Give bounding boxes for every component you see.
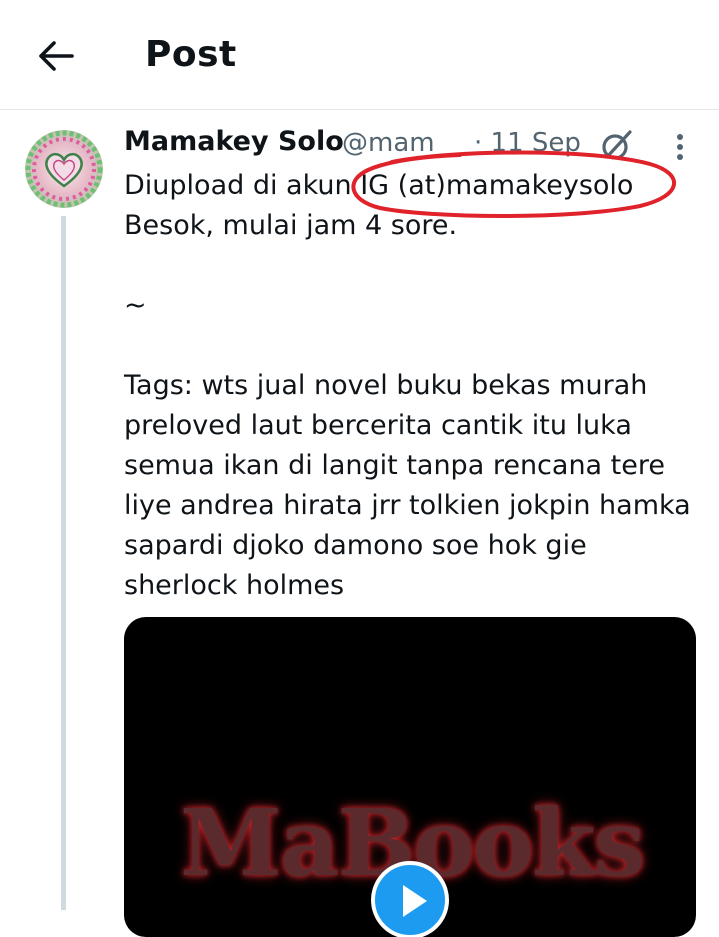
play-icon	[403, 885, 427, 917]
avatar[interactable]	[25, 130, 103, 208]
play-button[interactable]	[371, 861, 449, 937]
post-date[interactable]: · 11 Sep	[474, 128, 581, 158]
video-thumbnail[interactable]: MaBooks	[124, 617, 696, 937]
page-title: Post	[145, 34, 237, 75]
thread-connector-line	[61, 216, 66, 910]
display-name[interactable]: Mamakey Solo	[124, 126, 344, 157]
grok-icon[interactable]	[600, 128, 634, 162]
back-button[interactable]	[30, 30, 82, 82]
arrow-left-icon	[39, 41, 74, 71]
top-bar: Post	[0, 0, 719, 110]
heart-avatar-image	[25, 130, 103, 208]
date-separator: ·	[474, 128, 483, 158]
more-vertical-icon[interactable]	[668, 132, 692, 162]
user-handle[interactable]: @mam	[342, 128, 442, 158]
tweet-header: Mamakey Solo @mam · 11 Sep	[124, 126, 684, 166]
date-text: 11 Sep	[490, 128, 581, 158]
tweet-text: Diupload di akun IG (at)mamakeysolo Beso…	[124, 170, 691, 601]
